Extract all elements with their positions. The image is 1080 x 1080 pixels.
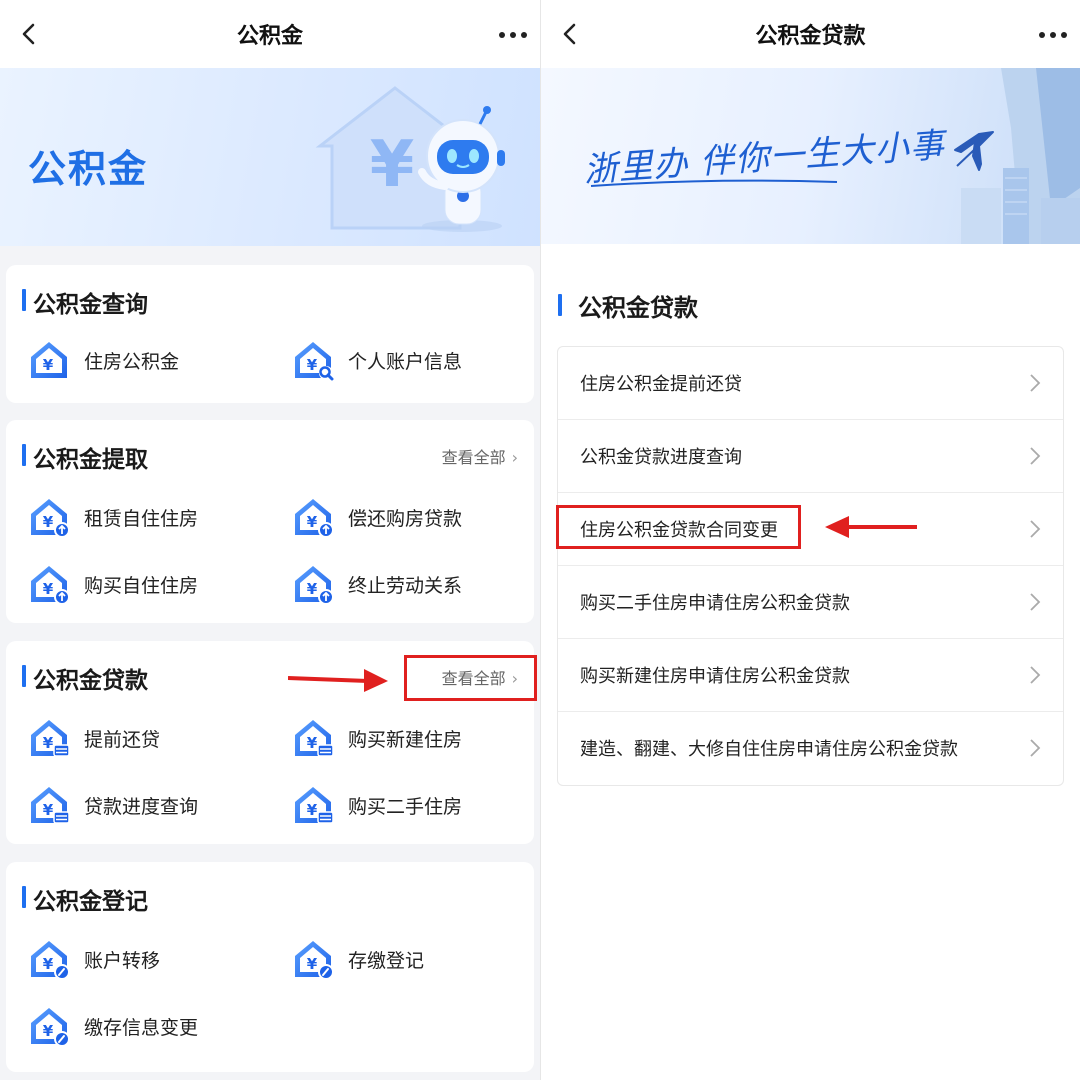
svg-text:¥: ¥ [370, 128, 415, 202]
section-accent-bar [22, 665, 26, 687]
highlight-box [404, 655, 537, 701]
chevron-right-icon [1030, 520, 1041, 538]
list-item[interactable]: 购买新建住房申请住房公积金贷款 [558, 639, 1063, 712]
section-accent-bar [558, 294, 562, 316]
section-title: 公积金查询 [33, 292, 148, 318]
banner: 公积金 ¥ [0, 68, 540, 246]
section-accent-bar [22, 289, 26, 311]
more-icon[interactable] [1038, 25, 1068, 45]
section-title: 公积金提取 [33, 447, 148, 473]
item-label: 购买新建住房 [348, 729, 463, 751]
house-yen-edit-icon [292, 938, 334, 980]
house-yen-edit-icon [28, 1005, 70, 1047]
list-item[interactable]: 公积金贷款进度查询 [558, 420, 1063, 493]
list-item-label: 购买二手住房申请住房公积金贷款 [580, 593, 850, 614]
loan-service-list: 住房公积金提前还贷 公积金贷款进度查询 住房公积金贷款合同变更 购买二手住房申请… [557, 346, 1064, 786]
house-yen-upload-icon [28, 563, 70, 605]
airplane-icon [954, 131, 994, 171]
item-label: 账户转移 [84, 950, 161, 972]
house-yen-card-icon [292, 717, 334, 757]
item-label: 住房公积金 [84, 351, 180, 373]
chevron-right-icon [1030, 666, 1041, 684]
section-title: 公积金贷款 [33, 668, 148, 694]
item-label: 偿还购房贷款 [348, 508, 463, 530]
page-title: 公积金 [236, 24, 303, 49]
chevron-right-icon [1030, 374, 1041, 392]
chevron-right-icon: › [511, 448, 518, 467]
house-yen-card-icon [292, 784, 334, 824]
page-title: 公积金贷款 [755, 24, 866, 49]
slogan-underline [590, 179, 838, 187]
house-yen-upload-icon [292, 496, 334, 538]
item-label: 购买自住住房 [84, 575, 199, 597]
house-yen-icon [28, 339, 70, 381]
chevron-right-icon [1030, 739, 1041, 757]
left-screen: 公积金 公积金 ¥ 公积金查询 住房公积金 个人账户信息 公积金提取 查看全部 … [0, 0, 540, 1080]
house-yen-edit-icon [28, 938, 70, 980]
more-icon[interactable] [498, 25, 528, 45]
item-label: 个人账户信息 [348, 351, 463, 373]
section-accent-bar [22, 444, 26, 466]
list-item-label: 住房公积金提前还贷 [580, 374, 742, 395]
nav-bar: 公积金贷款 [541, 0, 1080, 68]
card-query: 公积金查询 住房公积金 个人账户信息 [6, 265, 534, 403]
house-yen-upload-icon [292, 563, 334, 605]
card-withdraw: 公积金提取 查看全部 › 租赁自住住房 偿还购房贷款 购买自住住房 终止劳动关系 [6, 420, 534, 623]
house-yen-card-icon [28, 717, 70, 757]
banner-title: 公积金 [28, 147, 149, 191]
list-item-label: 公积金贷款进度查询 [580, 447, 742, 468]
view-all-link[interactable]: 查看全部 › [442, 444, 518, 468]
right-screen: 公积金贷款 浙里办 伴你一生大小事 公积金贷款 住房公积金提前还贷 公积金贷款进… [541, 0, 1080, 1080]
section-title: 公积金贷款 [578, 294, 698, 322]
list-item-label: 购买新建住房申请住房公积金贷款 [580, 666, 850, 687]
item-label: 贷款进度查询 [84, 796, 199, 818]
item-label: 提前还贷 [84, 729, 161, 751]
highlight-box [556, 505, 801, 549]
list-item[interactable]: 建造、翻建、大修自住住房申请住房公积金贷款 [558, 712, 1063, 785]
house-robot-illustration: ¥ [315, 86, 505, 232]
house-yen-upload-icon [28, 496, 70, 538]
view-all-label: 查看全部 [441, 448, 506, 467]
nav-bar: 公积金 [0, 0, 540, 68]
red-arrow-left-icon [825, 516, 917, 538]
chevron-right-icon [1030, 447, 1041, 465]
item-label: 租赁自住住房 [84, 508, 199, 530]
house-yen-card-icon [28, 784, 70, 824]
list-item-label: 建造、翻建、大修自住住房申请住房公积金贷款 [580, 739, 958, 760]
house-yen-search-icon [292, 339, 334, 381]
chevron-right-icon [1030, 593, 1041, 611]
item-label: 存缴登记 [348, 950, 425, 972]
section-accent-bar [22, 886, 26, 908]
banner: 浙里办 伴你一生大小事 [541, 68, 1080, 244]
list-item[interactable]: 购买二手住房申请住房公积金贷款 [558, 566, 1063, 639]
item-label: 购买二手住房 [348, 796, 463, 818]
list-item[interactable]: 住房公积金提前还贷 [558, 347, 1063, 420]
card-register: 公积金登记 账户转移 存缴登记 缴存信息变更 [6, 862, 534, 1072]
item-label: 终止劳动关系 [348, 575, 463, 597]
section-title: 公积金登记 [33, 889, 148, 915]
item-label: 缴存信息变更 [84, 1017, 199, 1039]
red-arrow-right-icon [288, 669, 388, 692]
